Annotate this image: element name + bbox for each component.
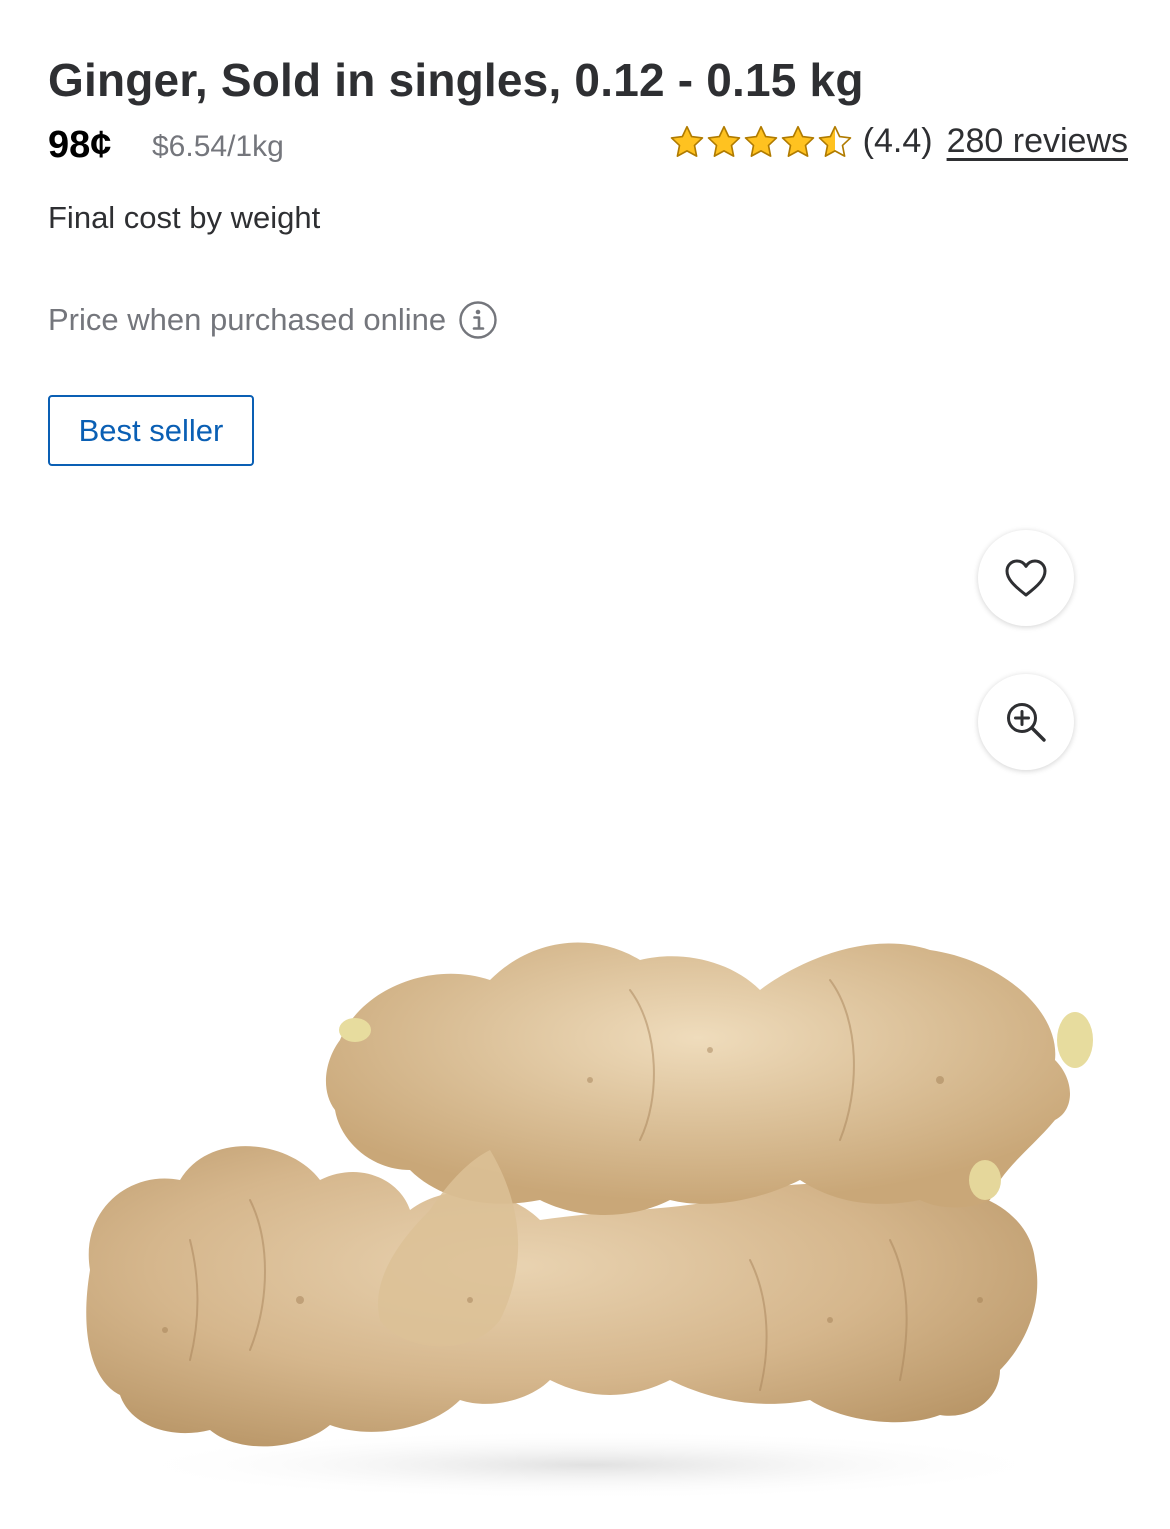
online-price-note: Price when purchased online	[48, 300, 498, 340]
zoom-button[interactable]	[978, 674, 1074, 770]
info-icon[interactable]	[458, 300, 498, 340]
best-seller-badge: Best seller	[48, 395, 254, 466]
rating-value: (4.4)	[862, 122, 933, 160]
star-icon	[707, 125, 740, 157]
heart-icon	[1005, 559, 1047, 597]
product-image[interactable]	[70, 880, 1110, 1520]
favorite-button[interactable]	[978, 530, 1074, 626]
star-icon	[744, 125, 777, 157]
price-row: 98¢ $6.54/1kg (4.4) 280 reviews	[48, 118, 1128, 174]
star-rating	[669, 124, 853, 160]
unit-price: $6.54/1kg	[152, 130, 284, 163]
final-cost-note: Final cost by weight	[48, 200, 321, 235]
zoom-in-icon	[1007, 703, 1046, 742]
current-price: 98¢	[48, 124, 112, 166]
star-icon	[781, 125, 814, 157]
product-title: Ginger, Sold in singles, 0.12 - 0.15 kg	[48, 53, 864, 106]
star-icon	[670, 125, 703, 157]
rating-summary[interactable]: (4.4) 280 reviews	[669, 122, 1128, 161]
online-price-label: Price when purchased online	[48, 302, 447, 337]
reviews-link[interactable]: 280 reviews	[947, 122, 1128, 161]
half-star-icon	[818, 125, 851, 157]
